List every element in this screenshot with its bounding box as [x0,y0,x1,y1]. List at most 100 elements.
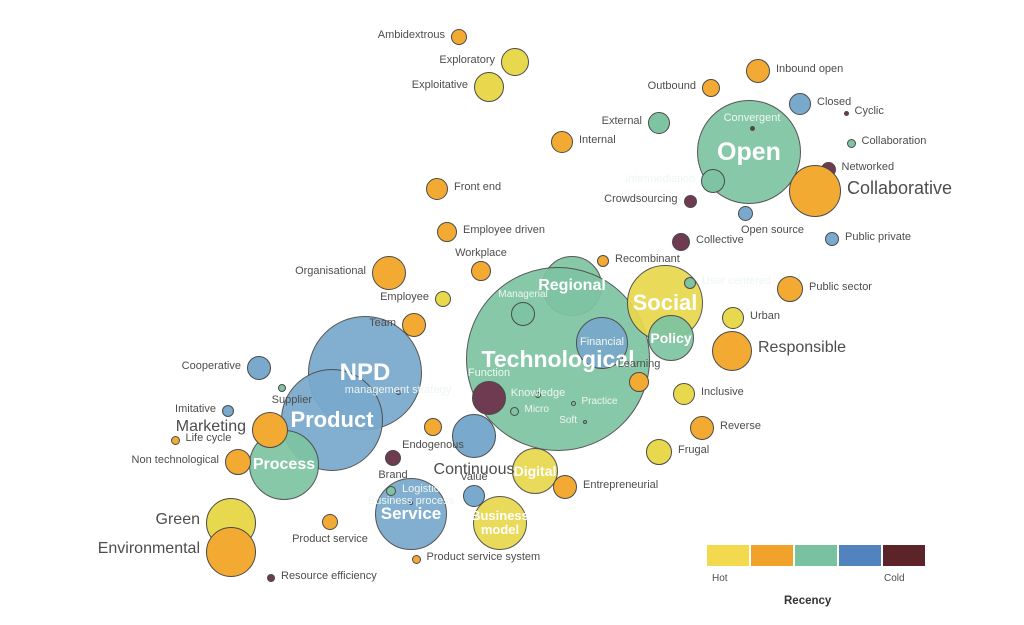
bubble-environmental[interactable] [206,527,256,577]
point-label-collective: Collective [696,234,744,247]
point-label-resource-efficiency: Resource efficiency [281,570,377,583]
bubble-life-cycle[interactable] [170,435,180,445]
bubble-collaborative[interactable] [789,165,841,217]
point-label-open-source: Open source [741,223,804,236]
bubble-soft[interactable] [583,420,587,424]
bubble-inbound-open[interactable] [746,59,770,83]
bubble-cooperative[interactable] [247,356,271,380]
bubble-chart-canvas: Ambidextrous Exploratory Exploitative Outbo… [0,0,1024,625]
point-label-collaboration: Collaboration [861,135,927,148]
bubble-entrepreneurial[interactable] [553,475,577,499]
bubble-practice[interactable] [570,400,576,406]
bubble-business-model[interactable] [473,496,527,550]
bubble-non-technological[interactable] [225,449,251,475]
point-label-workplace: Workplace [455,247,507,259]
legend-swatch-blue [838,544,882,567]
bubble-managerial[interactable] [511,302,535,326]
bubble-cyclic[interactable] [843,110,849,116]
bubble-employee-driven[interactable] [437,222,457,242]
bubble-collaboration[interactable] [846,138,856,148]
point-label-organisational: Organisational [295,265,366,278]
bubble-ambidextrous[interactable] [451,29,467,45]
bubble-employee[interactable] [435,291,451,307]
bubble-external[interactable] [648,112,670,134]
bubble-frugal[interactable] [646,439,672,465]
point-label-endogenous: Endogenous [402,439,464,451]
point-label-exploratory: Exploratory [439,54,495,67]
point-label-inbound-open: Inbound open [776,63,844,76]
point-label-urban: Urban [750,310,780,323]
point-label-product-service: Product service [292,533,368,545]
bubble-digital[interactable] [512,448,558,494]
bubble-product-service-system[interactable] [411,554,421,564]
bubble-convergent[interactable] [749,125,755,131]
legend-hot-label: Hot [712,573,728,584]
bubble-inclusive[interactable] [673,383,695,405]
bubble-user-centered[interactable] [684,277,696,289]
point-label-logistic: Logistic [402,483,440,496]
legend-title: Recency [784,595,832,607]
legend-swatch-hot-yellow [706,544,750,567]
bubble-exploratory[interactable] [501,48,529,76]
recency-legend: Hot Cold Recency [706,544,926,607]
point-label-reverse: Reverse [720,420,761,433]
bubble-open-source[interactable] [737,205,753,221]
point-label-management-strategy: management strategy [344,384,452,397]
bubble-reverse[interactable] [690,416,714,440]
bubble-recombinant[interactable] [597,255,609,267]
point-label-intermediation: Intermediation [625,173,695,186]
bubble-responsible[interactable] [712,331,752,371]
bubble-resource-efficiency[interactable] [267,574,275,582]
bubble-closed[interactable] [789,93,811,115]
point-label-practice: Practice [581,395,618,407]
bubble-urban[interactable] [722,307,744,329]
point-label-team: Team [369,317,396,330]
bubble-public-sector[interactable] [777,276,803,302]
point-label-outbound: Outbound [647,80,696,93]
point-label-green: Green [155,511,200,529]
point-label-employee-driven: Employee driven [463,224,545,237]
bubble-crowdsourcing[interactable] [683,194,697,208]
point-label-knowledge: Knowledge [510,387,566,400]
bubble-policy[interactable] [648,315,694,361]
point-label-responsible: Responsible [758,339,847,357]
point-label-networked: Networked [841,161,895,174]
point-label-public-private: Public private [845,231,912,244]
point-label-business-process: Business process [367,495,455,508]
bubble-product-service[interactable] [322,514,338,530]
point-label-function: Function [467,367,511,379]
point-label-public-sector: Public sector [809,281,872,294]
legend-endpoint-labels: Hot Cold Recency [706,573,926,607]
point-label-internal: Internal [579,134,616,147]
point-label-life-cycle: Life cycle [185,432,232,445]
point-label-non-technological: Non technological [131,454,219,467]
bubble-supplier[interactable] [278,384,286,392]
point-label-collaborative: Collaborative [847,178,953,199]
bubble-brand[interactable] [385,450,401,466]
bubble-workplace[interactable] [471,261,491,281]
point-label-convergent: Convergent [723,111,781,124]
bubble-outbound[interactable] [702,79,720,97]
bubble-organisational[interactable] [372,256,406,290]
point-label-micro: Micro [524,403,549,415]
point-label-entrepreneurial: Entrepreneurial [583,479,659,492]
point-label-value: Value [460,471,488,483]
bubble-public-private[interactable] [825,232,839,246]
bubble-function[interactable] [472,381,506,415]
point-label-product-service-system: Product service system [426,551,541,564]
point-label-managerial: Managerial [498,289,548,300]
point-label-crowdsourcing: Crowdsourcing [604,193,678,206]
point-label-learning: Learning [617,358,661,370]
bubble-internal[interactable] [551,131,573,153]
legend-swatch-row [706,544,926,567]
point-label-imitative: Imitative [175,403,216,416]
legend-swatch-cold-maroon [882,544,926,567]
point-label-closed: Closed [817,96,852,109]
bubble-learning[interactable] [629,372,649,392]
bubble-collective[interactable] [672,233,690,251]
point-label-cooperative: Cooperative [181,360,241,373]
bubble-intermediation[interactable] [701,169,725,193]
legend-swatch-green [794,544,838,567]
point-label-employee: Employee [380,291,429,304]
point-label-external: External [601,115,642,128]
